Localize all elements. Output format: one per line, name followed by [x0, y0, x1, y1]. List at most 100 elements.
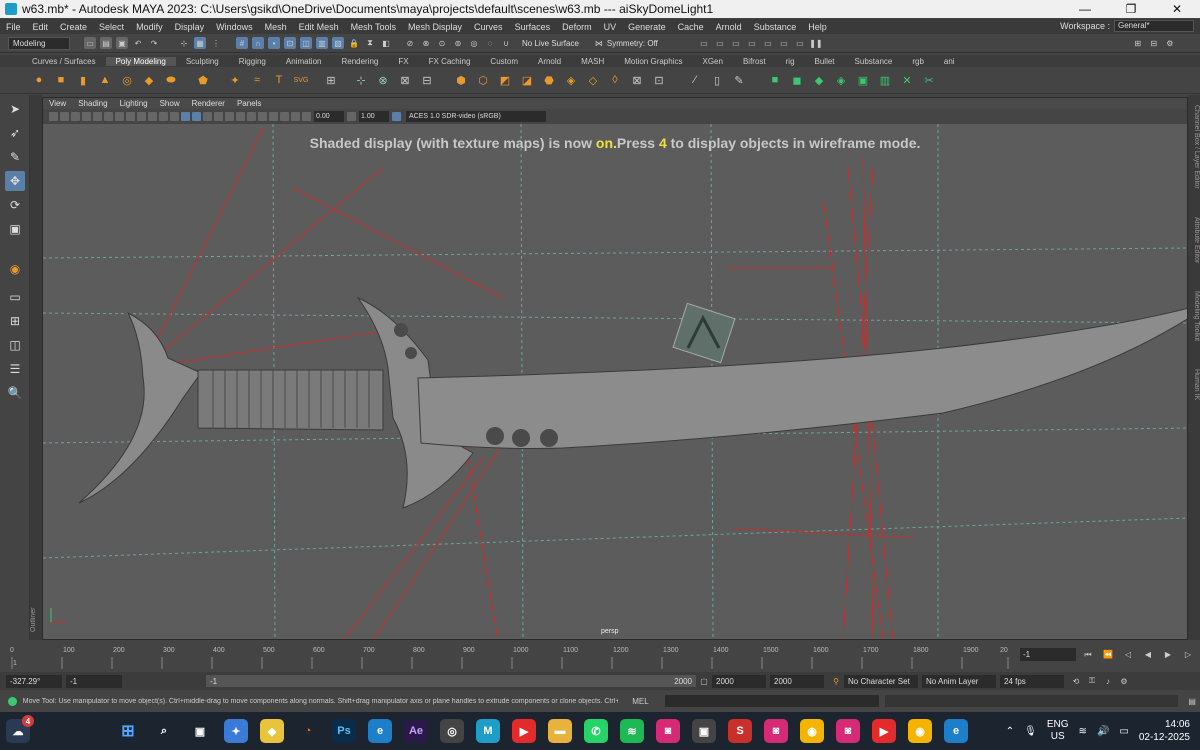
rig-control-icon[interactable]: ■ — [766, 71, 784, 89]
chrome-icon[interactable]: ◉ — [800, 719, 824, 743]
battery-icon[interactable]: ▭ — [1119, 726, 1128, 737]
menu-cache[interactable]: Cache — [672, 22, 710, 32]
safe-title-icon[interactable] — [159, 112, 168, 121]
range-settings-icon[interactable]: ▢ — [698, 675, 710, 687]
multicut-icon[interactable]: ◈ — [562, 71, 580, 89]
menu-edit-mesh[interactable]: Edit Mesh — [293, 22, 345, 32]
xray-icon[interactable] — [280, 112, 289, 121]
shelf-tab-custom[interactable]: Custom — [480, 57, 528, 66]
undo-icon[interactable]: ↶ — [132, 37, 144, 49]
menu-uv[interactable]: UV — [598, 22, 623, 32]
mel-command-input[interactable] — [664, 695, 880, 707]
render-setup-icon[interactable]: ◎ — [468, 37, 480, 49]
image-plane-icon[interactable] — [82, 112, 91, 121]
sidebar-toggle-2-icon[interactable]: ⊟ — [1148, 37, 1160, 49]
toggle-panel-4-icon[interactable]: ▭ — [746, 37, 758, 49]
poly-sphere-icon[interactable]: ● — [30, 71, 48, 89]
clock[interactable]: 14:06 02-12-2025 — [1139, 718, 1190, 744]
rig-control-2-icon[interactable]: ◼ — [788, 71, 806, 89]
show-hidden-icons-icon[interactable]: ⌃ — [1006, 726, 1014, 737]
after-effects-icon[interactable]: Ae — [404, 719, 428, 743]
weather-widget-icon[interactable]: ☁ 4 — [6, 715, 34, 743]
shelf-tab-curves-surfaces[interactable]: Curves / Surfaces — [22, 57, 106, 66]
start-menu-icon[interactable]: ⊞ — [116, 719, 140, 743]
menuset-dropdown[interactable]: Modeling — [8, 36, 70, 50]
history-icon[interactable]: ⧗ — [364, 37, 376, 49]
camera-attributes-icon[interactable] — [60, 112, 69, 121]
range-bar[interactable]: -1 2000 — [206, 675, 696, 687]
attribute-editor-tab[interactable]: Attribute Editor — [1188, 217, 1200, 263]
rig-control-3-icon[interactable]: ◆ — [810, 71, 828, 89]
menu-substance[interactable]: Substance — [748, 22, 803, 32]
sword-mesh[interactable] — [78, 296, 1188, 509]
menu-select[interactable]: Select — [93, 22, 130, 32]
depth-of-field-icon[interactable] — [258, 112, 267, 121]
render-icon[interactable]: ⊘ — [404, 37, 416, 49]
smooth-shade-icon[interactable] — [181, 112, 190, 121]
symmetry-icon[interactable]: ⋈ — [593, 37, 605, 49]
shelf-tab-fx-caching[interactable]: FX Caching — [419, 57, 481, 66]
isolate-select-icon[interactable] — [269, 112, 278, 121]
svg-tool-icon[interactable]: SVG — [292, 71, 310, 89]
single-pane-icon[interactable]: ▭ — [5, 287, 25, 307]
search-icon[interactable]: ⌕ — [152, 719, 176, 743]
redo-icon[interactable]: ↷ — [148, 37, 160, 49]
shelf-tab-poly-modeling[interactable]: Poly Modeling — [105, 56, 176, 66]
mel-label[interactable]: MEL — [632, 697, 648, 706]
target-weld-icon[interactable]: ◇ — [584, 71, 602, 89]
separate-icon[interactable]: ⊹ — [352, 71, 370, 89]
shelf-tab-motion-graphics[interactable]: Motion Graphics — [614, 57, 692, 66]
modeling-toolkit-tab[interactable]: Modeling Toolkit — [1188, 291, 1200, 341]
live-surface-label[interactable]: No Live Surface — [522, 39, 579, 48]
merge-icon[interactable]: ⊡ — [650, 71, 668, 89]
bridge-icon[interactable]: ⬡ — [474, 71, 492, 89]
render-frame-icon[interactable]: ◧ — [380, 37, 392, 49]
edge-icon[interactable]: e — [368, 719, 392, 743]
character-set-dropdown[interactable]: No Character Set — [844, 674, 918, 688]
uv-editor-icon[interactable]: ⁄ — [686, 71, 704, 89]
wireframe-icon[interactable] — [170, 112, 179, 121]
go-to-start-icon[interactable]: ⏮ — [1082, 649, 1094, 661]
sidebar-toggle-icon[interactable]: ⊞ — [1132, 37, 1144, 49]
super-shape-icon[interactable]: ✦ — [226, 71, 244, 89]
fps-dropdown[interactable]: 24 fps — [1000, 674, 1064, 688]
gamma-field[interactable]: 1.00 — [359, 111, 389, 122]
hypershade-icon[interactable]: ⊚ — [452, 37, 464, 49]
anim-prefs-icon[interactable]: ⚙ — [1118, 675, 1130, 687]
poly-torus-icon[interactable]: ◎ — [118, 71, 136, 89]
menu-edit[interactable]: Edit — [27, 22, 55, 32]
poly-plane-icon[interactable]: ◆ — [140, 71, 158, 89]
menu-surfaces[interactable]: Surfaces — [509, 22, 557, 32]
poly-cylinder-icon[interactable]: ▮ — [74, 71, 92, 89]
toggle-panel-2-icon[interactable]: ▭ — [714, 37, 726, 49]
youtube-icon[interactable]: ▶ — [512, 719, 536, 743]
script-editor-icon[interactable]: ▤ — [1186, 695, 1198, 707]
field-chart-icon[interactable] — [137, 112, 146, 121]
play-forward-icon[interactable]: ▶ — [1162, 649, 1174, 661]
menu-help[interactable]: Help — [802, 22, 833, 32]
shadows-icon[interactable] — [214, 112, 223, 121]
menu-deform[interactable]: Deform — [556, 22, 598, 32]
shelf-tab-arnold[interactable]: Arnold — [528, 57, 571, 66]
extrude-icon[interactable]: ⬢ — [452, 71, 470, 89]
append-icon[interactable]: ◪ — [518, 71, 536, 89]
ambient-occlusion-icon[interactable] — [225, 112, 234, 121]
wifi-icon[interactable]: ≋ — [1079, 726, 1087, 737]
panel-menu-shading[interactable]: Shading — [72, 99, 113, 108]
channel-box-tab[interactable]: Channel Box / Layer Editor — [1188, 105, 1200, 189]
timeline-ticks[interactable]: 0 100 200 300 400 500 600 700 800 900 10… — [10, 643, 1010, 669]
rig-control-8-icon[interactable]: ✂ — [920, 71, 938, 89]
exposure-field[interactable]: 0.00 — [314, 111, 344, 122]
edge-2-icon[interactable]: e — [944, 719, 968, 743]
shelf-tab-rendering[interactable]: Rendering — [331, 57, 388, 66]
menu-modify[interactable]: Modify — [130, 22, 169, 32]
panel-menu-view[interactable]: View — [43, 99, 72, 108]
unity-icon[interactable]: ◎ — [440, 719, 464, 743]
menu-generate[interactable]: Generate — [622, 22, 672, 32]
rig-control-4-icon[interactable]: ◈ — [832, 71, 850, 89]
app-icon[interactable]: ▣ — [692, 719, 716, 743]
rotate-tool-icon[interactable]: ⟳ — [5, 195, 25, 215]
menu-mesh-tools[interactable]: Mesh Tools — [345, 22, 402, 32]
chrome-2-icon[interactable]: ◉ — [908, 719, 932, 743]
human-ik-tab[interactable]: Human IK — [1188, 369, 1200, 400]
